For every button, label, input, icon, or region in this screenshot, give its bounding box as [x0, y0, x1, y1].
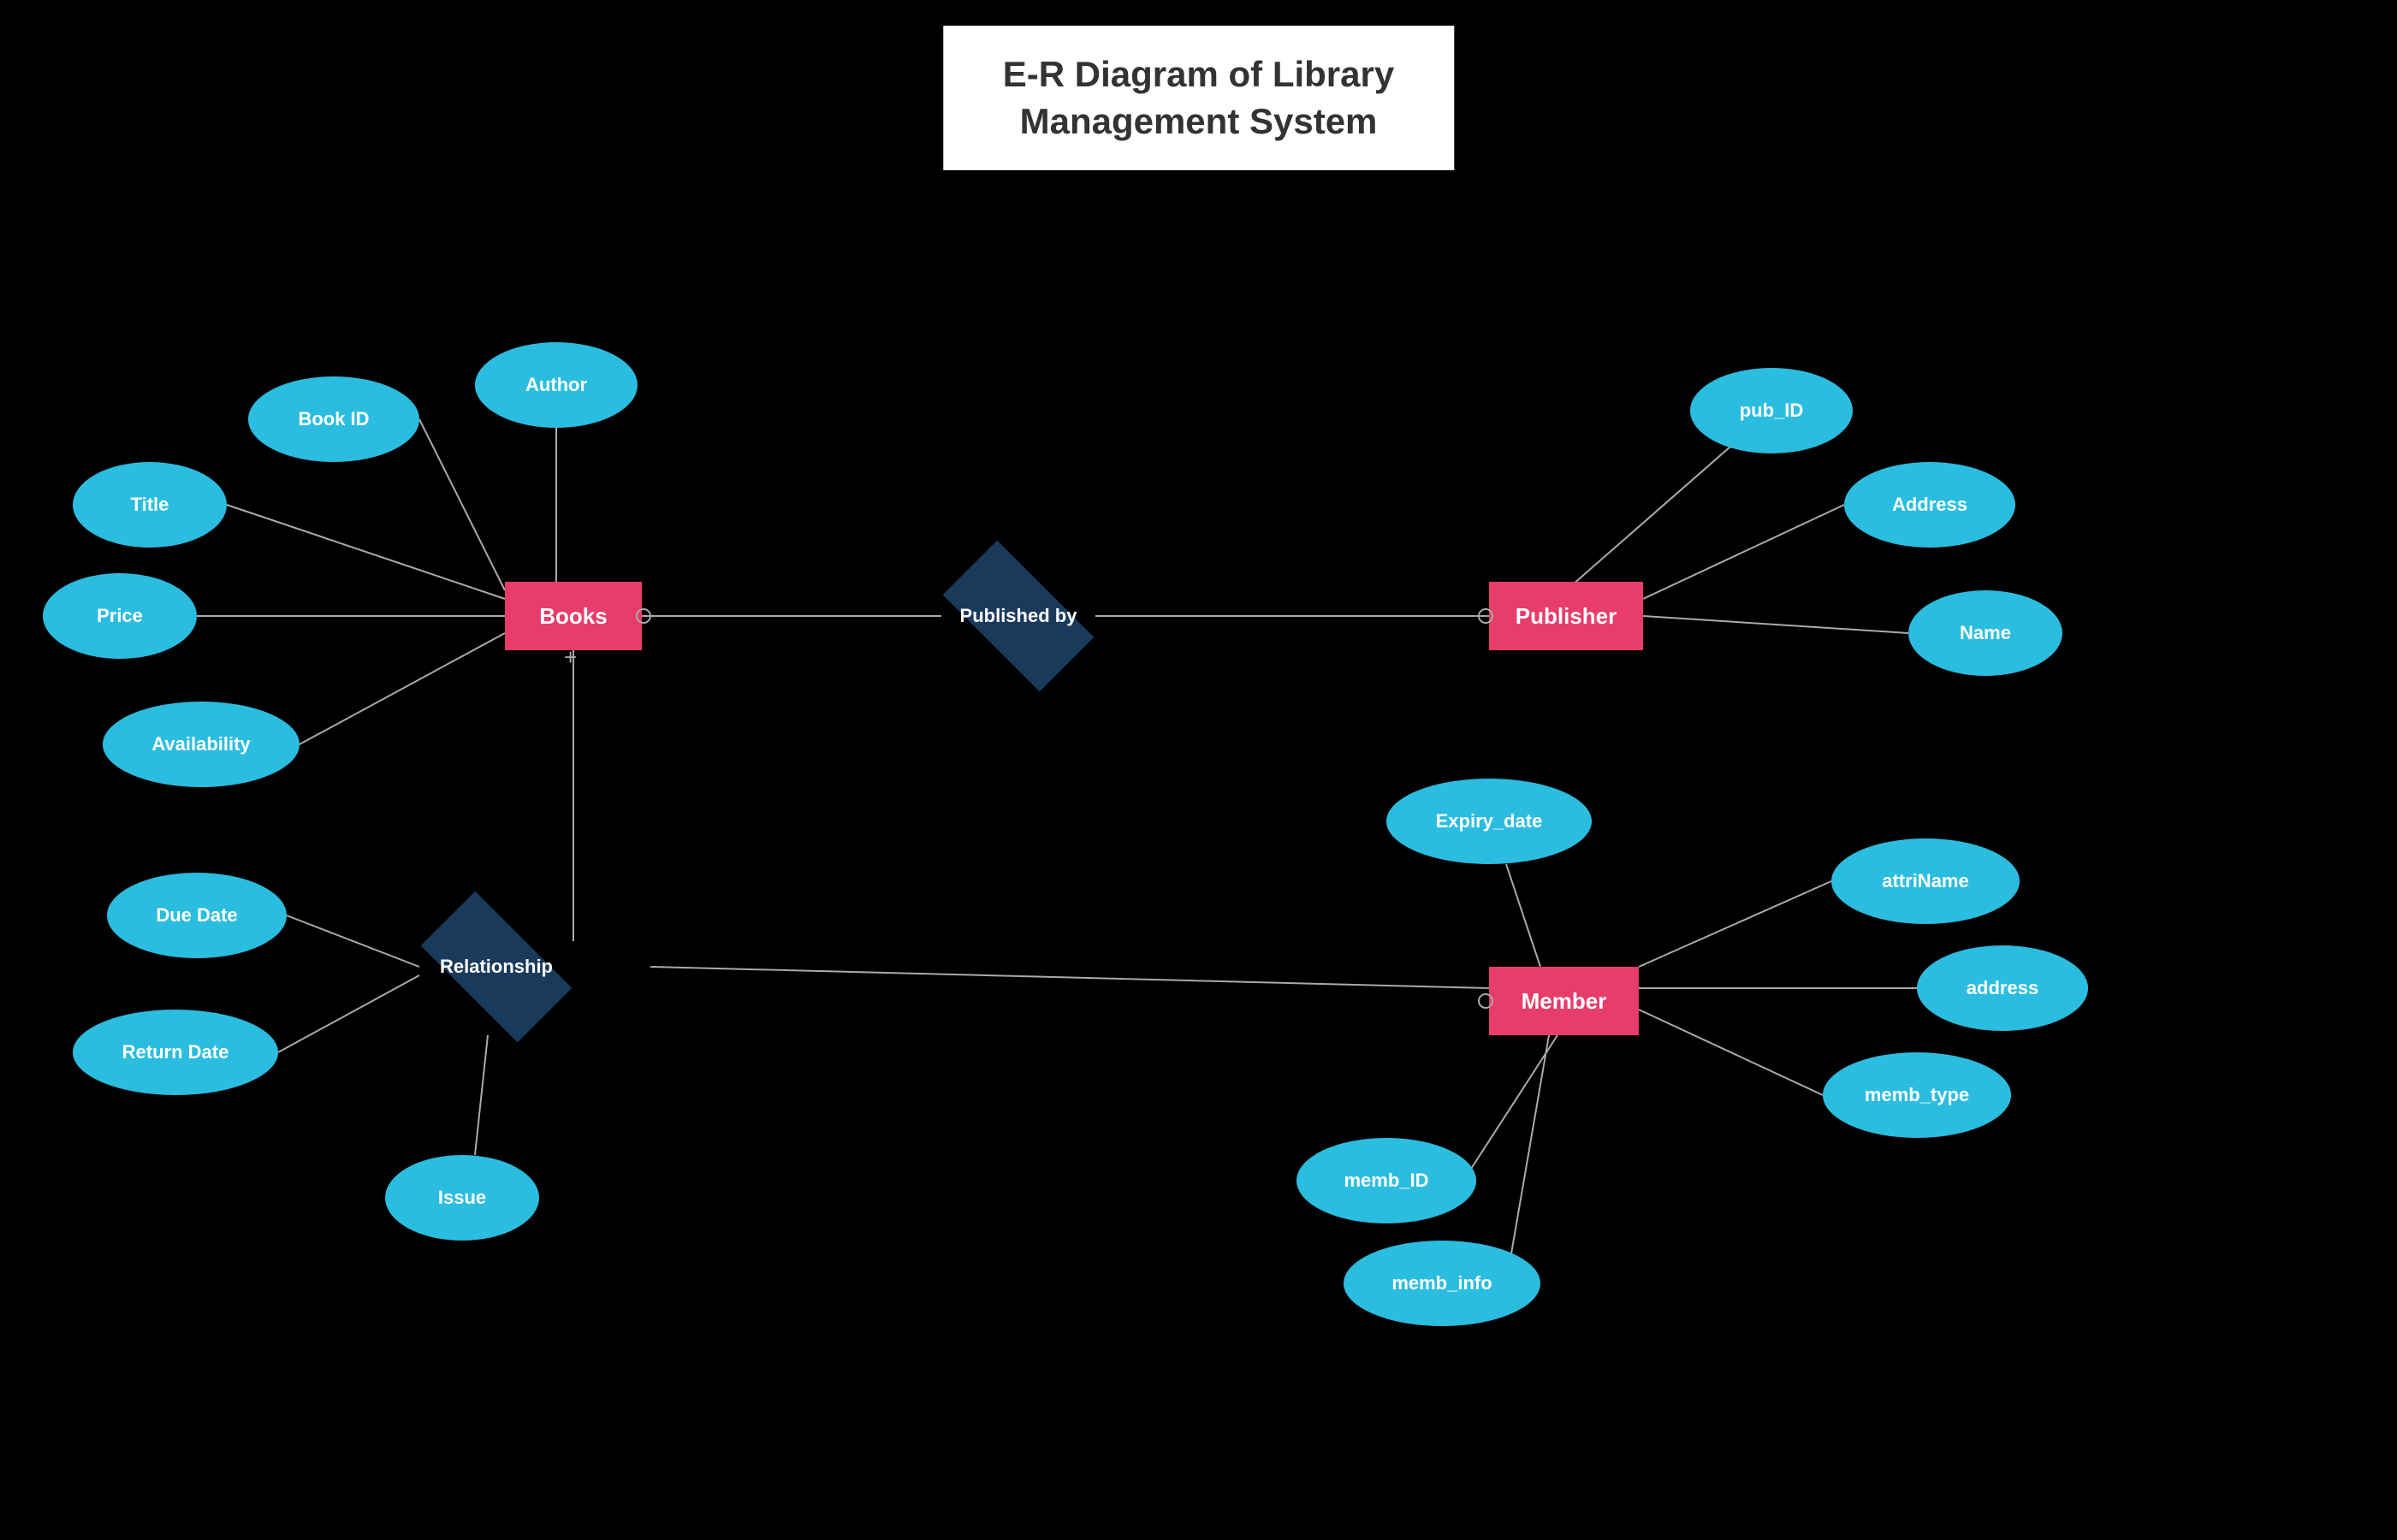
- crow-foot-publisher-left: [1478, 608, 1493, 624]
- title-box: E-R Diagram of LibraryManagement System: [943, 26, 1454, 170]
- book-id-attribute: Book ID: [248, 376, 419, 462]
- expiry-date-attribute: Expiry_date: [1386, 779, 1592, 864]
- title-attribute: Title: [73, 462, 227, 548]
- published-by-relationship: Published by: [941, 578, 1095, 654]
- books-entity: Books: [505, 582, 642, 650]
- publisher-address-attribute: Address: [1844, 462, 2015, 548]
- member-entity: Member: [1489, 967, 1639, 1035]
- memb-id-attribute: memb_ID: [1296, 1138, 1476, 1223]
- memb-type-attribute: memb_type: [1823, 1052, 2011, 1138]
- pub-id-attribute: pub_ID: [1690, 368, 1853, 453]
- price-attribute: Price: [43, 573, 197, 659]
- diagram-title: E-R Diagram of LibraryManagement System: [1003, 51, 1394, 145]
- return-date-attribute: Return Date: [73, 1010, 278, 1095]
- due-date-attribute: Due Date: [107, 873, 287, 958]
- plus-sign-books: +: [564, 646, 577, 668]
- crow-foot-member-left: [1478, 993, 1493, 1009]
- publisher-name-attribute: Name: [1908, 590, 2062, 676]
- issue-attribute: Issue: [385, 1155, 539, 1241]
- publisher-entity: Publisher: [1489, 582, 1643, 650]
- crow-foot-books-right: [636, 608, 651, 624]
- attri-name-attribute: attriName: [1831, 838, 2020, 924]
- author-attribute: Author: [475, 342, 638, 428]
- availability-attribute: Availability: [103, 702, 300, 787]
- relationship-diamond: Relationship: [419, 928, 573, 1005]
- memb-info-attribute: memb_info: [1344, 1241, 1540, 1326]
- member-address-attribute: address: [1917, 945, 2088, 1031]
